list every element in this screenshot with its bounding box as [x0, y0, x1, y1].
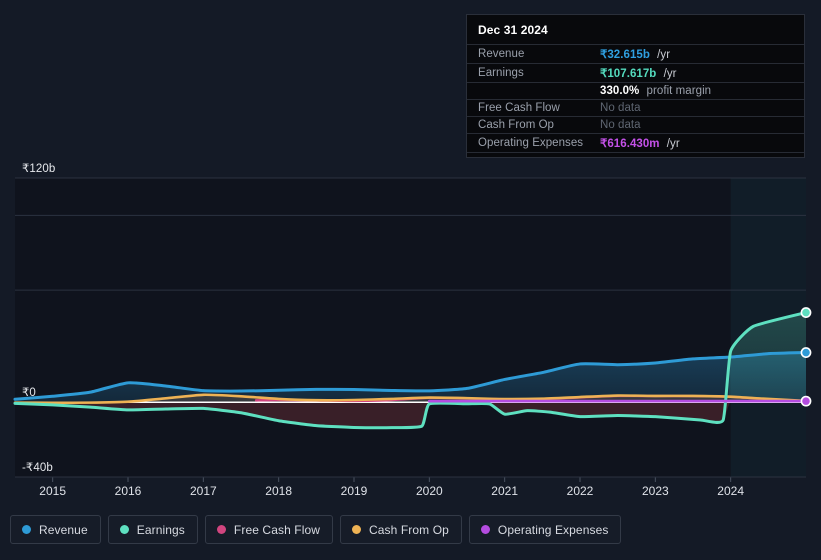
y-axis-label: -₹40b — [22, 462, 53, 474]
x-axis-label: 2020 — [415, 484, 443, 498]
chart-legend: Revenue Earnings Free Cash Flow Cash From O… — [10, 515, 622, 544]
chart-tooltip: Dec 31 2024 Revenue ₹32.615b /yr Earnings ₹… — [466, 14, 805, 158]
x-axis-label: 2018 — [265, 484, 293, 498]
tooltip-value-text: No data — [600, 119, 641, 131]
y-axis-label: ₹120b — [22, 163, 56, 175]
tooltip-value-text: ₹107.617b — [600, 68, 657, 80]
tooltip-row-label: Cash From Op — [478, 119, 555, 131]
tooltip-row-value: No data — [600, 102, 641, 114]
legend-item-label: Cash From Op — [369, 522, 449, 537]
legend-item-cash-from-op[interactable]: Cash From Op — [340, 515, 462, 544]
legend-item-label: Free Cash Flow — [233, 522, 321, 537]
tooltip-row-value: ₹107.617b /yr — [600, 66, 677, 80]
tooltip-row-value: No data — [600, 119, 641, 131]
tooltip-value-unit: /yr — [660, 68, 677, 80]
tooltip-value-unit: profit margin — [643, 85, 712, 97]
legend-item-operating-expenses[interactable]: Operating Expenses — [468, 515, 622, 544]
legend-item-label: Operating Expenses — [497, 522, 609, 537]
x-axis-label: 2015 — [39, 484, 67, 498]
tooltip-row: Free Cash Flow No data — [467, 99, 804, 116]
tooltip-row-label: Earnings — [478, 67, 524, 79]
x-axis-label: 2023 — [641, 484, 669, 498]
x-axis-label: 2024 — [717, 484, 745, 498]
legend-item-earnings[interactable]: Earnings — [107, 515, 198, 544]
legend-color-swatch-icon — [352, 525, 362, 534]
tooltip-row: Earnings ₹107.617b /yr — [467, 63, 804, 82]
tooltip-row-value: ₹32.615b /yr — [600, 47, 670, 61]
tooltip-value-unit: /yr — [663, 138, 680, 150]
tooltip-rows: Revenue ₹32.615b /yr Earnings ₹107.617b /yr… — [467, 44, 804, 157]
legend-item-free-cash-flow[interactable]: Free Cash Flow — [204, 515, 334, 544]
tooltip-row-label: Revenue — [478, 48, 525, 60]
tooltip-row: 330.0% profit margin — [467, 82, 804, 99]
tooltip-row-label: Operating Expenses — [478, 137, 584, 149]
tooltip-row-value: 330.0% profit margin — [600, 85, 711, 97]
legend-color-swatch-icon — [480, 525, 490, 534]
tooltip-date: Dec 31 2024 — [478, 23, 548, 37]
legend-item-label: Earnings — [136, 522, 185, 537]
x-axis-label: 2022 — [566, 484, 594, 498]
tooltip-row: Cash From Op No data — [467, 116, 804, 133]
x-axis-label: 2019 — [340, 484, 368, 498]
tooltip-value-text: 330.0% — [600, 85, 640, 97]
legend-item-label: Revenue — [39, 522, 88, 537]
x-axis-label: 2017 — [189, 484, 217, 498]
tooltip-bottom-rule — [467, 152, 804, 157]
legend-item-revenue[interactable]: Revenue — [10, 515, 101, 544]
y-axis-label: ₹0 — [22, 387, 36, 400]
x-axis-label: 2016 — [114, 484, 142, 498]
tooltip-value-text: ₹616.430m — [600, 138, 660, 150]
tooltip-row: Revenue ₹32.615b /yr — [467, 44, 804, 63]
tooltip-value-text: ₹32.615b — [600, 49, 650, 61]
legend-color-swatch-icon — [216, 525, 226, 534]
legend-color-swatch-icon — [22, 525, 31, 534]
tooltip-row: Operating Expenses ₹616.430m /yr — [467, 133, 804, 152]
tooltip-value-text: No data — [600, 102, 641, 114]
tooltip-value-unit: /yr — [653, 49, 671, 61]
x-axis-label: 2021 — [491, 484, 519, 498]
legend-color-swatch-icon — [119, 525, 129, 534]
tooltip-row-label: Free Cash Flow — [478, 102, 560, 114]
tooltip-row-value: ₹616.430m /yr — [600, 136, 680, 150]
